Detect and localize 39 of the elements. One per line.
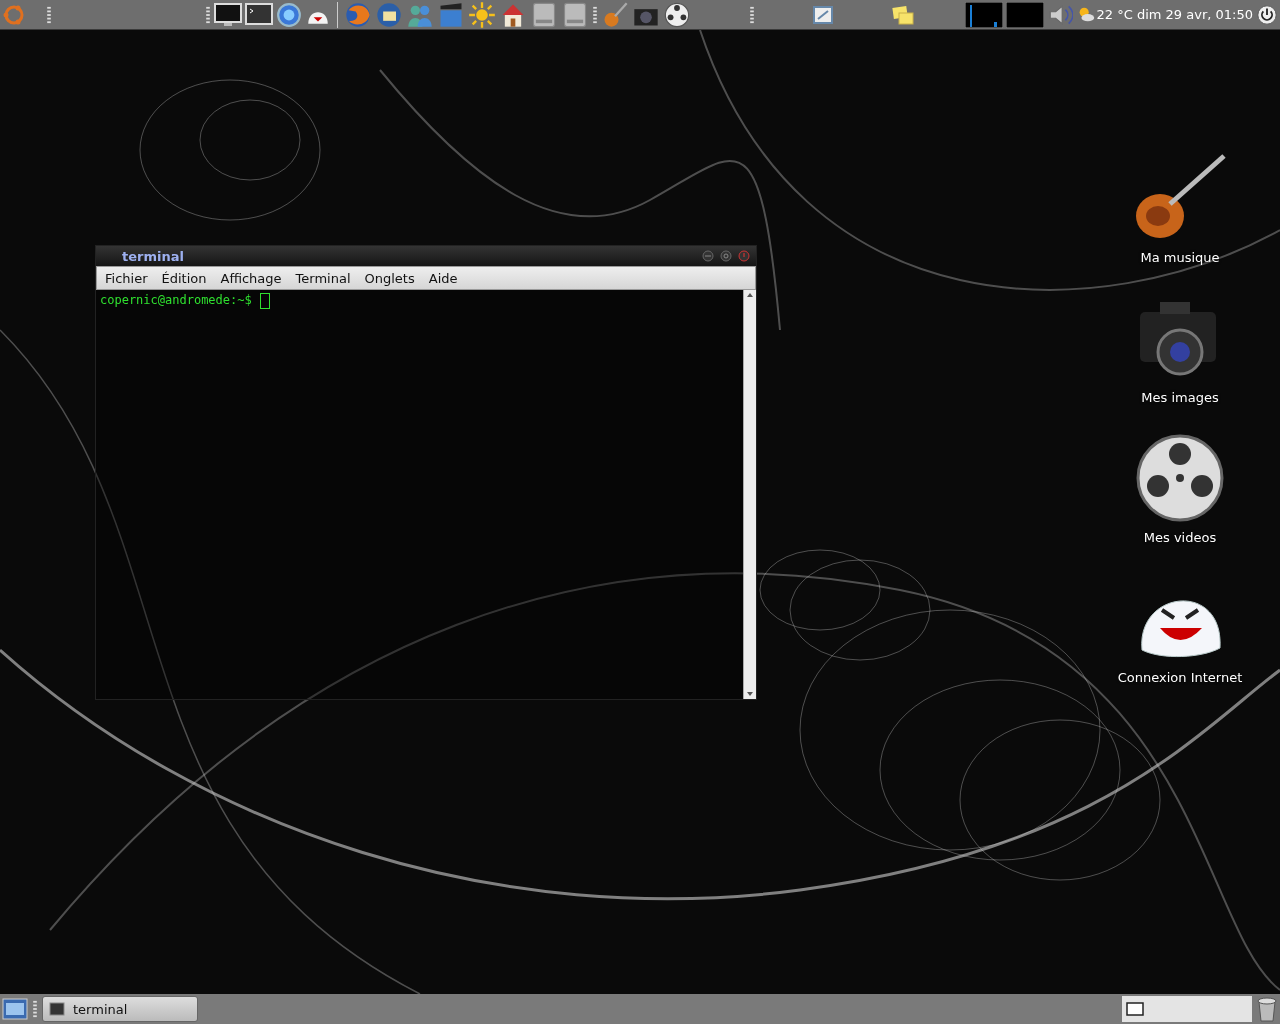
clock-text[interactable]: 22 °C dim 29 avr, 01:50 [1096,7,1253,22]
monitor-icon[interactable] [214,1,243,28]
menu-item[interactable]: Terminal [295,270,351,286]
desktop-icon-label[interactable]: Mes images [1141,390,1219,405]
film-reel-icon[interactable] [663,0,692,29]
sun-icon[interactable] [468,0,497,29]
network-graph-icon[interactable] [1005,1,1044,28]
text-cursor [259,293,270,309]
menu-item[interactable]: Fichier [105,270,148,286]
drag-handle-icon[interactable] [749,5,756,24]
trash-icon[interactable] [1256,996,1278,1022]
drag-handle-icon[interactable] [32,1000,38,1018]
desktop-icon-label[interactable]: Ma musique [1140,250,1220,265]
mail-globe-icon[interactable] [375,0,404,29]
menu-item[interactable]: Aide [428,270,458,286]
workspace-window-icon[interactable] [1126,1002,1144,1016]
maximize-icon[interactable] [720,250,732,262]
sticky-notes-icon[interactable] [891,3,916,26]
terminal-icon[interactable] [245,1,274,28]
minimize-icon[interactable] [702,250,714,262]
cpu-graph-icon[interactable] [964,1,1003,28]
desktop-icon-label[interactable]: Connexion Internet [1117,670,1243,685]
drag-handle-icon[interactable] [592,5,599,24]
menu-item[interactable]: Onglets [364,270,415,286]
menu-item[interactable]: Édition [161,270,207,286]
terminal-icon [49,1002,65,1016]
taskbar-button[interactable]: terminal [42,996,198,1022]
menu-item[interactable]: Affichage [220,270,282,286]
power-icon[interactable] [1256,3,1278,26]
workspace-switcher[interactable] [1122,996,1252,1022]
drag-handle-icon[interactable] [205,5,212,24]
show-desktop-icon[interactable] [2,997,28,1021]
scrollbar[interactable] [743,290,756,699]
desktop-icon-label[interactable]: Mes videos [1143,530,1217,545]
close-icon[interactable] [738,250,750,262]
browser-globe-icon[interactable] [344,0,373,29]
prompt-text: copernic@andromede:~$ [100,293,252,307]
window-title: terminal [122,248,185,264]
drag-handle-icon[interactable] [45,5,52,24]
